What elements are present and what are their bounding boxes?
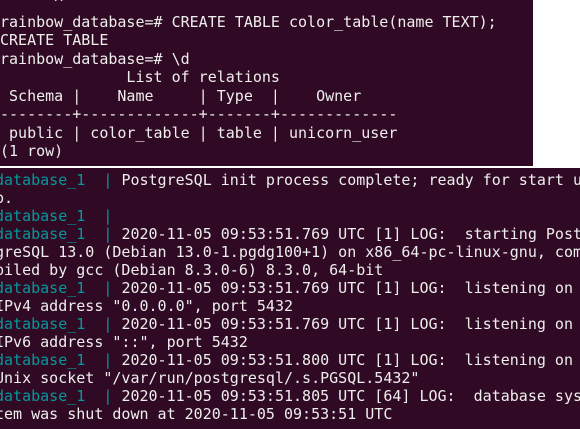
container-prefix: database_1: [0, 387, 104, 405]
log-line: tem was shut down at 2020-11-05 09:53:51…: [0, 405, 392, 423]
separator: |: [103, 315, 122, 333]
container-prefix: database_1: [0, 315, 104, 333]
psql-output-line: rainbow_database=# CREATE TABLE color_ta…: [0, 12, 497, 31]
container-prefix: database_1: [0, 225, 104, 243]
log-line: database_1 | PostgreSQL init process com…: [0, 171, 580, 189]
separator: |: [103, 387, 122, 405]
psql-output-line: Schema | Name | Type | Owner: [0, 86, 362, 105]
separator: |: [103, 351, 122, 369]
container-prefix: database_1: [0, 351, 104, 369]
log-text: tem was shut down at 2020-11-05 09:53:51…: [0, 405, 393, 423]
log-text: IPv6 address "::", port 5432: [0, 333, 248, 351]
container-prefix: database_1: [0, 207, 104, 225]
separator: |: [103, 171, 122, 189]
log-line: Unix socket "/var/run/postgresql/.s.PGSQ…: [0, 369, 419, 387]
log-text: 2020-11-05 09:53:51.769 UTC [1] LOG: lis…: [121, 315, 573, 333]
log-line: database_1 | 2020-11-05 09:53:51.800 UTC…: [0, 351, 573, 369]
log-line: IPv6 address "::", port 5432: [0, 333, 248, 351]
log-line: IPv4 address "0.0.0.0", port 5432: [0, 297, 293, 315]
container-prefix: database_1: [0, 171, 104, 189]
log-text: Unix socket "/var/run/postgresql/.s.PGSQ…: [0, 369, 420, 387]
log-text: greSQL 13.0 (Debian 13.0-1.pgdg100+1) on…: [0, 243, 580, 261]
log-line: database_1 | 2020-11-05 09:53:51.805 UTC…: [0, 387, 580, 405]
separator: |: [103, 279, 122, 297]
log-line: piled by gcc (Debian 8.3.0-6) 8.3.0, 64-…: [0, 261, 383, 279]
log-line: p.: [0, 189, 13, 207]
psql-terminal-window[interactable]: ^ rainbow_database=# CREATE TABLE color_t…: [0, 0, 533, 166]
separator: |: [103, 225, 122, 243]
log-text: PostgreSQL init process complete; ready …: [121, 171, 580, 189]
psql-output-line: (1 row): [0, 142, 64, 160]
psql-output-line: rainbow_database=# \d: [0, 49, 190, 68]
container-prefix: database_1: [0, 279, 104, 297]
log-text: p.: [0, 189, 14, 207]
log-line: database_1 | 2020-11-05 09:53:51.769 UTC…: [0, 279, 573, 297]
separator: |: [103, 207, 122, 225]
psql-output-line: CREATE TABLE: [0, 31, 109, 49]
log-text: 2020-11-05 09:53:51.805 UTC [64] LOG: da…: [121, 387, 580, 405]
log-text: piled by gcc (Debian 8.3.0-6) 8.3.0, 64-…: [0, 261, 384, 279]
psql-output-line: ^: [0, 0, 64, 12]
log-text: 2020-11-05 09:53:51.800 UTC [1] LOG: lis…: [121, 351, 573, 369]
log-line: database_1 | 2020-11-05 09:53:51.769 UTC…: [0, 315, 573, 333]
psql-output-line: List of relations: [0, 68, 280, 86]
log-line: greSQL 13.0 (Debian 13.0-1.pgdg100+1) on…: [0, 243, 580, 261]
log-line: database_1 |: [0, 207, 121, 225]
psql-output-line: public | color_table | table | unicorn_u…: [0, 123, 398, 142]
psql-output-line: --------+-------------+-------+---------…: [0, 105, 398, 123]
log-text: IPv4 address "0.0.0.0", port 5432: [0, 297, 294, 315]
log-text: 2020-11-05 09:53:51.769 UTC [1] LOG: lis…: [121, 279, 573, 297]
docker-log-terminal-window[interactable]: database_1 | PostgreSQL init process com…: [0, 168, 580, 429]
log-text: 2020-11-05 09:53:51.769 UTC [1] LOG: sta…: [121, 225, 580, 243]
log-line: database_1 | 2020-11-05 09:53:51.769 UTC…: [0, 225, 580, 243]
